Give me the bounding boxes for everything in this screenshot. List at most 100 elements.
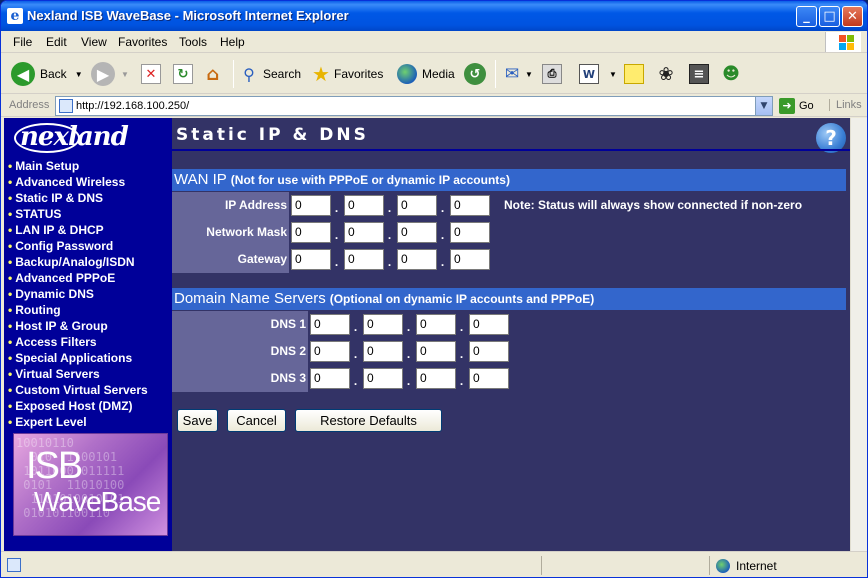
dns-1-octet-4[interactable]: 0 bbox=[469, 314, 509, 335]
mail-dropdown-icon[interactable]: ▼ bbox=[525, 70, 533, 79]
toolbar-separator bbox=[495, 60, 496, 88]
ip-address-octet-2[interactable]: 0 bbox=[344, 195, 384, 216]
ip-address-octet-4[interactable]: 0 bbox=[450, 195, 490, 216]
refresh-button[interactable]: ↻ bbox=[173, 60, 193, 88]
print-button[interactable]: ⎙ bbox=[542, 60, 562, 88]
address-dropdown-icon[interactable]: ▼ bbox=[755, 97, 772, 115]
nav-item-advanced-wireless[interactable]: Advanced Wireless bbox=[8, 174, 148, 190]
menu-file[interactable]: File bbox=[13, 35, 32, 49]
home-button[interactable]: ⌂ bbox=[203, 60, 223, 88]
title-bar[interactable]: e Nexland ISB WaveBase - Microsoft Inter… bbox=[1, 1, 867, 31]
edit-icon: W bbox=[579, 64, 599, 84]
close-button[interactable]: ✕ bbox=[842, 6, 863, 27]
nav-item-dynamic-dns[interactable]: Dynamic DNS bbox=[8, 286, 148, 302]
nav-item-expert-level[interactable]: Expert Level bbox=[8, 414, 148, 430]
minimize-button[interactable]: _ bbox=[796, 6, 817, 27]
discuss-button[interactable] bbox=[624, 60, 644, 88]
favorites-label: Favorites bbox=[334, 67, 384, 81]
menu-help[interactable]: Help bbox=[220, 35, 245, 49]
forward-button[interactable]: ▶ ▼ bbox=[91, 60, 129, 88]
dns-3-octet-2[interactable]: 0 bbox=[363, 368, 403, 389]
dns-heading: Domain Name Servers bbox=[174, 290, 326, 307]
messenger-button[interactable]: ☻ bbox=[721, 60, 741, 88]
media-button[interactable]: Media bbox=[397, 60, 455, 88]
logo-text: nexland bbox=[20, 122, 129, 152]
dns-3-octet-1[interactable]: 0 bbox=[310, 368, 350, 389]
nav-item-config-password[interactable]: Config Password bbox=[8, 238, 148, 254]
back-dropdown-icon[interactable]: ▼ bbox=[75, 70, 83, 79]
mail-button[interactable]: ✉ ▼ bbox=[502, 60, 533, 88]
dns-1-octet-1[interactable]: 0 bbox=[310, 314, 350, 335]
nav-item-access-filters[interactable]: Access Filters bbox=[8, 334, 148, 350]
nav-item-virtual-servers[interactable]: Virtual Servers bbox=[8, 366, 148, 382]
gateway-octet-1[interactable]: 0 bbox=[291, 249, 331, 270]
isb-wavebase-logo: 10010110 010 1100101 10110001011111 0101… bbox=[13, 433, 168, 536]
gateway-octet-4[interactable]: 0 bbox=[450, 249, 490, 270]
nav-item-main-setup[interactable]: Main Setup bbox=[8, 158, 148, 174]
address-url[interactable]: http://192.168.100.250/ bbox=[76, 100, 189, 112]
nav-item-advanced-pppoe[interactable]: Advanced PPPoE bbox=[8, 270, 148, 286]
brand-line-1: ISB bbox=[26, 445, 83, 487]
dns-1-octet-3[interactable]: 0 bbox=[416, 314, 456, 335]
ip-address-octet-1[interactable]: 0 bbox=[291, 195, 331, 216]
dns-2-octet-3[interactable]: 0 bbox=[416, 341, 456, 362]
network-mask-octet-1[interactable]: 0 bbox=[291, 222, 331, 243]
dns-2-octet-2[interactable]: 0 bbox=[363, 341, 403, 362]
search-button[interactable]: ⚲ Search bbox=[239, 60, 301, 88]
vertical-scrollbar[interactable] bbox=[850, 118, 867, 551]
dns-3-octet-4[interactable]: 0 bbox=[469, 368, 509, 389]
back-button[interactable]: ◀ Back ▼ bbox=[11, 60, 83, 88]
menu-tools[interactable]: Tools bbox=[179, 35, 207, 49]
sidebar: nexland Main Setup Advanced Wireless Sta… bbox=[4, 118, 172, 551]
gateway-octet-3[interactable]: 0 bbox=[397, 249, 437, 270]
dns-2-octet-4[interactable]: 0 bbox=[469, 341, 509, 362]
nav-item-backup-analog-isdn[interactable]: Backup/Analog/ISDN bbox=[8, 254, 148, 270]
network-mask-octet-4[interactable]: 0 bbox=[450, 222, 490, 243]
stop-icon: ✕ bbox=[141, 64, 161, 84]
menu-edit[interactable]: Edit bbox=[46, 35, 67, 49]
wan-status-note: Note: Status will always show connected … bbox=[504, 198, 803, 212]
network-mask-octet-3[interactable]: 0 bbox=[397, 222, 437, 243]
dns-2-octet-1[interactable]: 0 bbox=[310, 341, 350, 362]
menu-bar: File Edit View Favorites Tools Help bbox=[1, 31, 867, 53]
nav-item-special-applications[interactable]: Special Applications bbox=[8, 350, 148, 366]
history-button[interactable]: ↺ bbox=[464, 60, 486, 88]
octet-dot: . bbox=[406, 320, 411, 334]
gateway-octet-2[interactable]: 0 bbox=[344, 249, 384, 270]
page-content: nexland Main Setup Advanced Wireless Sta… bbox=[4, 118, 850, 551]
nav-item-custom-virtual-servers[interactable]: Custom Virtual Servers bbox=[8, 382, 148, 398]
nav-item-exposed-host[interactable]: Exposed Host (DMZ) bbox=[8, 398, 148, 414]
wan-ip-header: WAN IP (Not for use with PPPoE or dynamic… bbox=[172, 169, 846, 191]
ip-address-octet-3[interactable]: 0 bbox=[397, 195, 437, 216]
cancel-button[interactable]: Cancel bbox=[227, 409, 286, 432]
stop-button[interactable]: ✕ bbox=[141, 60, 161, 88]
go-button[interactable]: ➜ Go bbox=[779, 97, 814, 115]
flower-button[interactable]: ❀ bbox=[656, 60, 676, 88]
menu-favorites[interactable]: Favorites bbox=[118, 35, 167, 49]
edit-dropdown-icon[interactable]: ▼ bbox=[609, 70, 617, 79]
browser-window: e Nexland ISB WaveBase - Microsoft Inter… bbox=[0, 0, 868, 578]
edit-button[interactable]: W ▼ bbox=[579, 60, 617, 88]
nav-item-status[interactable]: STATUS bbox=[8, 206, 148, 222]
save-button[interactable]: Save bbox=[177, 409, 218, 432]
dns-1-octet-2[interactable]: 0 bbox=[363, 314, 403, 335]
restore-defaults-button[interactable]: Restore Defaults bbox=[295, 409, 442, 432]
address-input[interactable]: http://192.168.100.250/ ▼ bbox=[55, 96, 773, 116]
research-button[interactable]: ≡ bbox=[689, 60, 709, 88]
links-button[interactable]: Links bbox=[829, 99, 862, 111]
nav-item-static-ip-dns[interactable]: Static IP & DNS bbox=[8, 190, 148, 206]
status-bar: Internet bbox=[1, 551, 867, 577]
network-mask-octet-2[interactable]: 0 bbox=[344, 222, 384, 243]
dns-3-octet-3[interactable]: 0 bbox=[416, 368, 456, 389]
dns-1-label: DNS 1 bbox=[172, 311, 308, 338]
flower-icon: ❀ bbox=[658, 63, 674, 85]
nav-item-lan-ip-dhcp[interactable]: LAN IP & DHCP bbox=[8, 222, 148, 238]
maximize-button[interactable]: □ bbox=[819, 6, 840, 27]
nav-item-host-ip-group[interactable]: Host IP & Group bbox=[8, 318, 148, 334]
forward-dropdown-icon[interactable]: ▼ bbox=[121, 70, 129, 79]
address-bar: Address http://192.168.100.250/ ▼ ➜ Go L… bbox=[1, 95, 867, 117]
status-cell bbox=[541, 556, 709, 575]
nav-item-routing[interactable]: Routing bbox=[8, 302, 148, 318]
favorites-button[interactable]: ★ Favorites bbox=[311, 60, 383, 88]
menu-view[interactable]: View bbox=[81, 35, 107, 49]
